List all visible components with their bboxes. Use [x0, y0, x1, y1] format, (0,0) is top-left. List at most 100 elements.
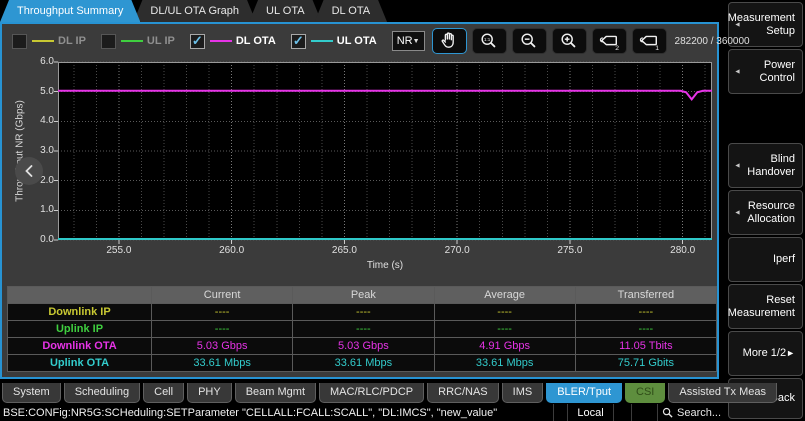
softkey-panel: ◄MeasurementSetup◄PowerControl◄BlindHand… [728, 0, 805, 421]
technology-dropdown[interactable]: NR ▼ [392, 31, 425, 51]
softkey-reset-measurement[interactable]: ResetMeasurement [728, 284, 803, 329]
softkey-label: Power [764, 59, 795, 72]
marker-1-button[interactable]: 1 [632, 28, 667, 54]
x-tick-label: 265.0 [322, 245, 366, 256]
marker-2-button[interactable]: 2 [592, 28, 627, 54]
legend-checkbox-ul-ip[interactable] [101, 34, 116, 49]
throughput-summary-panel: DL IPUL IP✓DL OTA✓UL OTA NR ▼ 1:121 2822… [0, 22, 719, 379]
top-tab-throughput-summary[interactable]: Throughput Summary [0, 0, 140, 22]
technology-dropdown-value: NR [397, 35, 413, 47]
legend: DL IPUL IP✓DL OTA✓UL OTA [12, 34, 392, 49]
bottom-tab-system[interactable]: System [2, 383, 61, 403]
table-cell: ---- [576, 304, 716, 320]
table-cell: ---- [576, 321, 716, 337]
softkey-label: Allocation [747, 213, 795, 226]
legend-item-ul-ota: ✓ UL OTA [291, 34, 377, 49]
legend-line-swatch [311, 40, 333, 42]
table-cell: 33.61 Mbps [435, 355, 575, 371]
bottom-tab-csi[interactable]: CSI [625, 383, 665, 403]
legend-item-dl-ip: DL IP [12, 34, 86, 49]
bottom-tab-phy[interactable]: PHY [187, 383, 232, 403]
softkey-label: Reset [766, 294, 795, 307]
svg-text:1:1: 1:1 [484, 37, 491, 42]
bottom-tab-bler-tput[interactable]: BLER/Tput [546, 383, 622, 403]
zoom-reset-button[interactable]: 1:1 [472, 28, 507, 54]
legend-label: DL IP [58, 35, 86, 47]
y-tick-label: 0.0 [22, 234, 54, 245]
status-cell [613, 404, 631, 421]
bottom-tab-ims[interactable]: IMS [502, 383, 544, 403]
bottom-tab-rrc-nas[interactable]: RRC/NAS [427, 383, 499, 403]
pan-hand-button[interactable] [432, 28, 467, 54]
softkey-iperf[interactable]: Iperf [728, 237, 803, 282]
softkey-arrow-icon: ◄ [734, 65, 741, 78]
main-area: Throughput SummaryDL/UL OTA GraphUL OTAD… [0, 0, 723, 421]
x-tick-label: 275.0 [548, 245, 592, 256]
softkey-label: Blind [771, 153, 795, 166]
y-tick-label: 6.0 [22, 56, 54, 67]
softkey-arrow-icon: ◄ [734, 18, 741, 31]
softkey-label: Iperf [773, 253, 795, 266]
bottom-tab-scheduling[interactable]: Scheduling [64, 383, 140, 403]
table-row-label-uplink-ota: Uplink OTA [8, 355, 151, 371]
bottom-tab-beam-mgmt[interactable]: Beam Mgmt [235, 383, 316, 403]
legend-checkbox-ul-ota[interactable]: ✓ [291, 34, 306, 49]
bottom-tab-cell[interactable]: Cell [143, 383, 184, 403]
svg-text:2: 2 [615, 45, 619, 51]
softkey-blind-handover[interactable]: ◄BlindHandover [728, 143, 803, 188]
collapse-panel-button[interactable] [15, 157, 43, 185]
x-tick-label: 260.0 [210, 245, 254, 256]
table-cell: 4.91 Gbps [435, 338, 575, 354]
softkey-label: More 1/2► [743, 347, 795, 360]
search-placeholder: Search... [677, 407, 721, 419]
zoom-out-icon [518, 31, 540, 51]
table-cell: 11.05 Tbits [576, 338, 716, 354]
table-cell: 75.71 Gbits [576, 355, 716, 371]
status-cell [553, 404, 567, 421]
zoom-in-button[interactable] [552, 28, 587, 54]
softkey-arrow-icon: ◄ [734, 206, 741, 219]
marker-1-icon: 1 [637, 31, 661, 51]
legend-checkbox-dl-ip[interactable] [12, 34, 27, 49]
legend-line-swatch [32, 40, 54, 42]
search-field[interactable]: Search... [657, 404, 723, 421]
softkey-label: Measurement [728, 307, 795, 320]
marker-2-icon: 2 [597, 31, 621, 51]
table-row-label-uplink-ip: Uplink IP [8, 321, 151, 337]
remote-local-indicator[interactable]: Local [567, 404, 613, 421]
table-cell: ---- [293, 304, 433, 320]
chart-toolbar: 1:1 2 1 [432, 28, 672, 54]
table-cell: ---- [435, 304, 575, 320]
y-tick-label: 3.0 [22, 145, 54, 156]
bottom-tab-mac-rlc-pdcp[interactable]: MAC/RLC/PDCP [319, 383, 424, 403]
y-tick-label: 4.0 [22, 115, 54, 126]
status-cell [631, 404, 657, 421]
scpi-command-text: BSE:CONFig:NR5G:SCHeduling:SETParameter … [0, 407, 553, 419]
legend-toolbar-row: DL IPUL IP✓DL OTA✓UL OTA NR ▼ 1:121 2822… [2, 26, 717, 56]
zoom-out-button[interactable] [512, 28, 547, 54]
legend-label: UL IP [147, 35, 175, 47]
softkey-label: Resource [748, 200, 795, 213]
x-tick-label: 255.0 [97, 245, 141, 256]
softkey-power-control[interactable]: ◄PowerControl [728, 49, 803, 94]
legend-checkbox-dl-ota[interactable]: ✓ [190, 34, 205, 49]
table-header-peak: Peak [293, 287, 433, 303]
softkey-label: Handover [747, 166, 795, 179]
table-cell: 33.61 Mbps [293, 355, 433, 371]
chevron-down-icon: ▼ [413, 38, 420, 45]
table-cell: 5.03 Gbps [152, 338, 292, 354]
y-tick-label: 5.0 [22, 86, 54, 97]
table-header-average: Average [435, 287, 575, 303]
top-tab-ul-ota[interactable]: UL OTA [249, 0, 322, 22]
top-tab-dl-ul-ota-graph[interactable]: DL/UL OTA Graph [133, 0, 256, 22]
zoom-reset-icon: 1:1 [478, 31, 500, 51]
x-tick-label: 270.0 [435, 245, 479, 256]
softkey-more-1-2[interactable]: More 1/2► [728, 331, 803, 376]
table-cell: ---- [152, 304, 292, 320]
bottom-tab-assisted-tx-meas[interactable]: Assisted Tx Meas [668, 383, 777, 403]
legend-label: UL OTA [337, 35, 377, 47]
throughput-table: CurrentPeakAverageTransferredDownlink IP… [7, 286, 717, 372]
softkey-arrow-icon: ► [786, 348, 795, 358]
top-tab-dl-ota[interactable]: DL OTA [315, 0, 388, 22]
softkey-resource-allocation[interactable]: ◄ ResourceAllocation [728, 190, 803, 235]
